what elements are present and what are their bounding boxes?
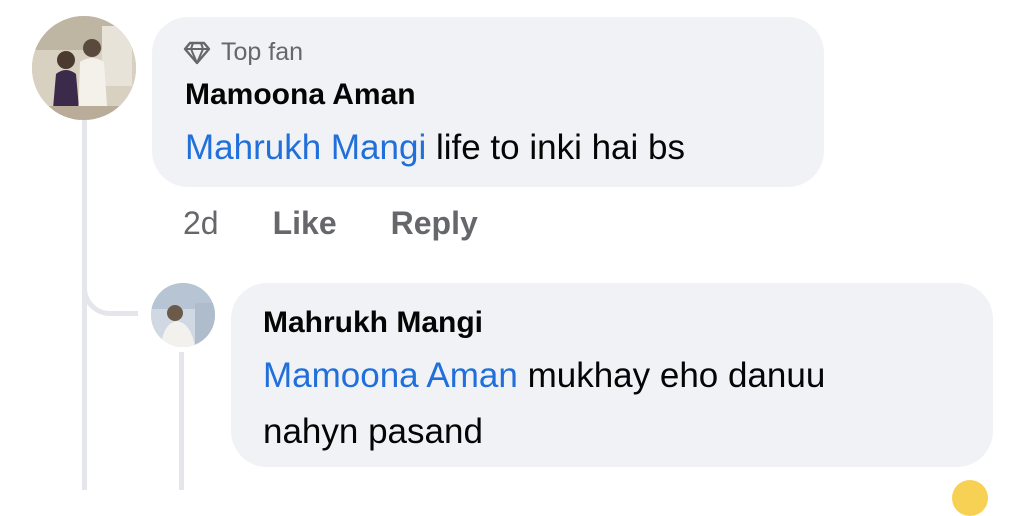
reply-body-line1: mukhay eho danuu bbox=[517, 356, 826, 395]
reply-text: Mamoona Aman mukhay eho danuu nahyn pasa… bbox=[263, 348, 825, 460]
reply-mention-link[interactable]: Mamoona Aman bbox=[263, 356, 518, 395]
reply-avatar[interactable] bbox=[151, 283, 215, 347]
comment-text: Mahrukh Mangi life to inki hai bs bbox=[185, 120, 685, 176]
avatar-photo-icon bbox=[32, 16, 136, 120]
thread-line-reply bbox=[179, 352, 184, 490]
badge-label: Top fan bbox=[221, 38, 304, 66]
top-fan-badge: Top fan bbox=[183, 38, 303, 67]
comment-author[interactable]: Mamoona Aman bbox=[185, 78, 416, 112]
like-button[interactable]: Like bbox=[273, 205, 337, 242]
thread-line-continue bbox=[82, 316, 87, 490]
mention-link[interactable]: Mahrukh Mangi bbox=[185, 128, 426, 167]
comment-body: life to inki hai bs bbox=[426, 128, 685, 167]
comment-timestamp[interactable]: 2d bbox=[183, 205, 219, 242]
diamond-icon bbox=[183, 41, 211, 64]
avatar-photo-icon bbox=[151, 283, 215, 347]
reply-button[interactable]: Reply bbox=[391, 205, 478, 242]
avatar[interactable] bbox=[32, 16, 136, 120]
reply-author[interactable]: Mahrukh Mangi bbox=[263, 306, 483, 340]
comment-actions: 2d Like Reply bbox=[183, 205, 532, 242]
reply-body-line2: nahyn pasand bbox=[263, 412, 483, 451]
thread-line-branch bbox=[82, 276, 138, 316]
reaction-emoji-icon[interactable] bbox=[952, 480, 988, 516]
